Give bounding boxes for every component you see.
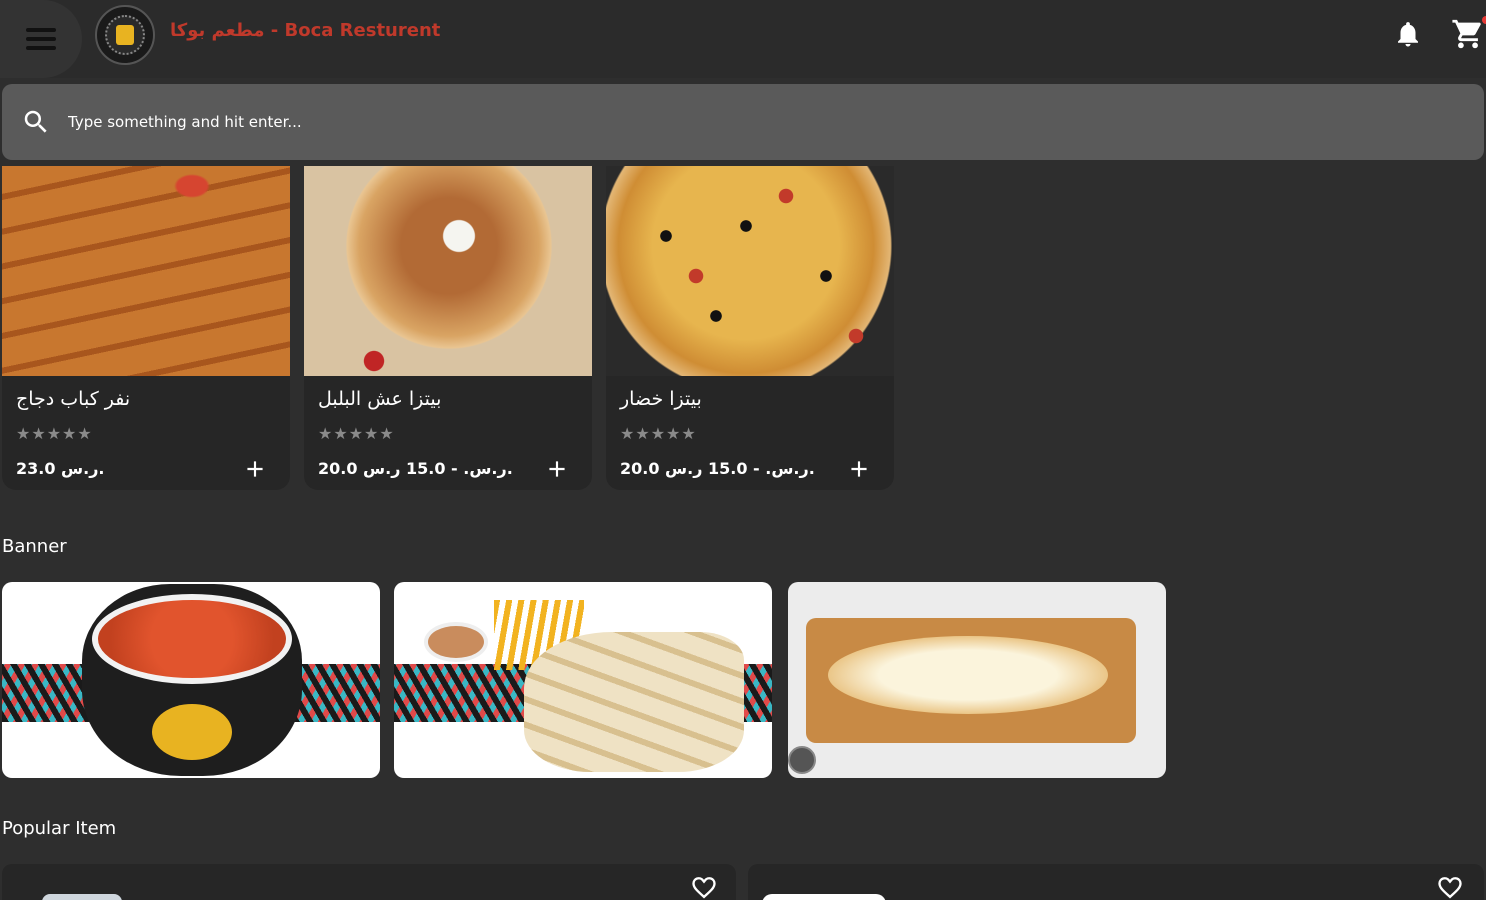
product-price: 20.0 ر.س. - 15.0 ر.س. — [318, 459, 513, 478]
product-price: 23.0 ر.س. — [16, 459, 105, 478]
product-name: بيتزا عش البلبل — [318, 388, 442, 410]
heart-icon — [692, 877, 716, 899]
notifications-button[interactable] — [1388, 12, 1428, 56]
rating-stars: ★★★★★ — [318, 424, 395, 443]
banner-section-title: Banner — [2, 536, 67, 557]
product-price: 20.0 ر.س. - 15.0 ر.س. — [620, 459, 815, 478]
add-to-cart-button[interactable] — [240, 454, 270, 484]
popular-item-image — [42, 894, 122, 900]
product-image — [2, 166, 290, 376]
product-image — [304, 166, 592, 376]
hamburger-menu-icon — [26, 28, 56, 50]
popular-item-image — [762, 894, 886, 900]
popular-item-card[interactable] — [748, 864, 1484, 900]
restaurant-logo — [95, 5, 155, 65]
rating-stars: ★★★★★ — [16, 424, 93, 443]
banner-image — [828, 636, 1108, 714]
favorite-button[interactable] — [688, 872, 720, 900]
product-card[interactable]: نفر كباب دجاج ★★★★★ 23.0 ر.س. — [2, 166, 290, 490]
cart-badge — [1482, 16, 1486, 24]
banner-item[interactable] — [788, 582, 1166, 778]
rating-stars: ★★★★★ — [620, 424, 697, 443]
heart-icon — [1438, 877, 1462, 899]
mini-logo — [788, 746, 816, 774]
plus-icon — [851, 461, 867, 477]
search-icon[interactable] — [20, 106, 52, 138]
banner-item[interactable] — [2, 582, 380, 778]
add-to-cart-button[interactable] — [844, 454, 874, 484]
search-bar[interactable] — [2, 84, 1484, 160]
product-name: نفر كباب دجاج — [16, 388, 131, 410]
product-card[interactable]: بيتزا عش البلبل ★★★★★ 20.0 ر.س. - 15.0 ر… — [304, 166, 592, 490]
favorite-button[interactable] — [1434, 872, 1466, 900]
menu-button[interactable] — [0, 0, 82, 78]
product-image — [606, 166, 894, 376]
banner-image — [424, 622, 488, 662]
product-name: بيتزا خضار — [620, 388, 702, 410]
cart-icon — [1452, 19, 1481, 49]
cart-button[interactable] — [1448, 12, 1486, 56]
bell-icon — [1398, 22, 1418, 47]
plus-icon — [549, 461, 565, 477]
top-app-bar: مطعم بوكا - Boca Resturent — [0, 0, 1486, 78]
app-title: مطعم بوكا - Boca Resturent — [170, 20, 441, 41]
search-input[interactable] — [68, 113, 1268, 131]
banner-image — [524, 632, 744, 772]
popular-section-title: Popular Item — [2, 818, 117, 839]
banner-item[interactable] — [394, 582, 772, 778]
plus-icon — [247, 461, 263, 477]
add-to-cart-button[interactable] — [542, 454, 572, 484]
popular-item-card[interactable] — [2, 864, 736, 900]
banner-image — [82, 584, 302, 776]
product-card[interactable]: بيتزا خضار ★★★★★ 20.0 ر.س. - 15.0 ر.س. — [606, 166, 894, 490]
